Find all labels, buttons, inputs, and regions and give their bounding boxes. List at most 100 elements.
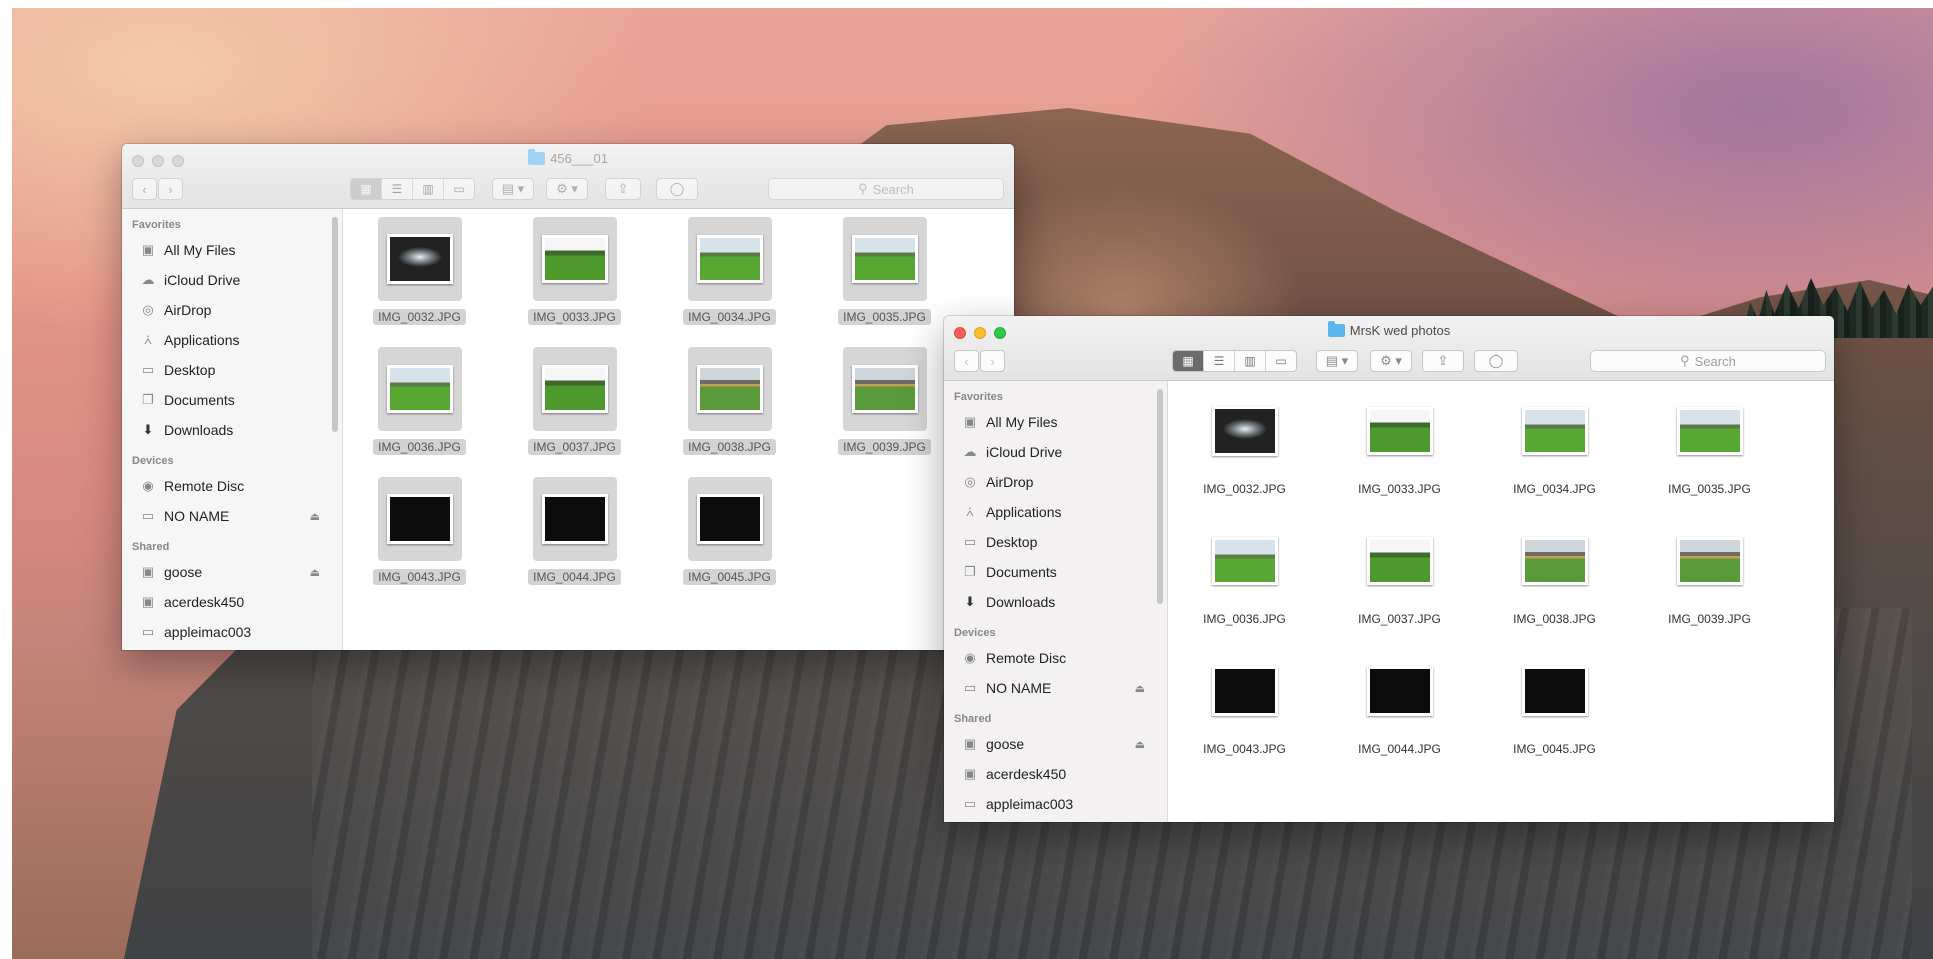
list-view-icon[interactable]: ☰ [1204, 351, 1235, 371]
arrange-button[interactable]: ▤ ▾ [1316, 350, 1358, 372]
cover-flow-icon[interactable]: ▭ [1266, 351, 1296, 371]
sidebar-item-all-my-files[interactable]: ▣ All My Files [122, 235, 342, 265]
search-placeholder: Search [872, 181, 914, 197]
file-item[interactable]: IMG_0043.JPG [1167, 649, 1322, 758]
arrange-button[interactable]: ▤ ▾ [492, 178, 534, 200]
sidebar-item-documents[interactable]: ❐ Documents [944, 557, 1167, 587]
titlebar[interactable]: 456___01 ‹ › ▦ ☰ ▥ ▭ ▤ ▾ ⚙ ▾ ⇪ ◯ ⚲ Search [122, 144, 1014, 209]
documents-icon: ❐ [142, 392, 154, 407]
list-view-icon[interactable]: ☰ [382, 179, 413, 199]
sidebar-item-documents[interactable]: ❐ Documents [122, 385, 342, 415]
image-thumbnail [1366, 666, 1433, 716]
sidebar-item-label: Downloads [986, 594, 1056, 610]
tags-button[interactable]: ◯ [656, 178, 698, 200]
image-thumbnail [696, 494, 763, 544]
sidebar-item-applications[interactable]: ⩑ Applications [944, 497, 1167, 527]
eject-icon[interactable]: ⏏ [310, 510, 320, 523]
sidebar-item-icloud-drive[interactable]: ☁ iCloud Drive [122, 265, 342, 295]
file-item[interactable]: IMG_0034.JPG [652, 217, 807, 326]
file-item[interactable]: IMG_0032.JPG [342, 217, 497, 326]
file-name: IMG_0034.JPG [683, 309, 776, 325]
sidebar-item-remote-disc[interactable]: ◉ Remote Disc [944, 643, 1167, 673]
sidebar-item-acerdesk450[interactable]: ▣ acerdesk450 [944, 759, 1167, 789]
view-mode-selector[interactable]: ▦ ☰ ▥ ▭ [350, 178, 475, 200]
file-item[interactable]: IMG_0044.JPG [1322, 649, 1477, 758]
search-field[interactable]: ⚲ Search [1590, 350, 1826, 372]
column-view-icon[interactable]: ▥ [1235, 351, 1266, 371]
file-name: IMG_0043.JPG [1203, 742, 1286, 756]
file-item[interactable]: IMG_0036.JPG [342, 347, 497, 456]
sidebar-item-airdrop[interactable]: ◎ AirDrop [944, 467, 1167, 497]
image-thumbnail [696, 365, 763, 413]
forward-button[interactable]: › [158, 178, 183, 200]
file-item[interactable]: IMG_0038.JPG [1477, 519, 1632, 628]
search-field[interactable]: ⚲ Search [768, 178, 1004, 200]
sidebar-item-desktop[interactable]: ▭ Desktop [122, 355, 342, 385]
forward-button[interactable]: › [980, 350, 1005, 372]
file-item[interactable]: IMG_0036.JPG [1167, 519, 1322, 628]
sidebar-item-goose[interactable]: ▣ goose ⏏ [944, 729, 1167, 759]
file-item[interactable]: IMG_0035.JPG [1632, 389, 1787, 498]
finder-window-front[interactable]: MrsK wed photos ‹ › ▦ ☰ ▥ ▭ ▤ ▾ ⚙ ▾ ⇪ ◯ … [944, 316, 1834, 822]
sidebar-item-no-name[interactable]: ▭ NO NAME ⏏ [122, 501, 342, 531]
sidebar-item-desktop[interactable]: ▭ Desktop [944, 527, 1167, 557]
file-item[interactable]: IMG_0038.JPG [652, 347, 807, 456]
sidebar-item-all-my-files[interactable]: ▣ All My Files [944, 407, 1167, 437]
sidebar-item-airdrop[interactable]: ◎ AirDrop [122, 295, 342, 325]
sidebar-item-downloads[interactable]: ⬇ Downloads [944, 587, 1167, 617]
window-title: 456___01 [122, 149, 1014, 166]
search-placeholder: Search [1694, 353, 1736, 369]
documents-icon: ❐ [964, 564, 976, 579]
search-icon: ⚲ [1680, 353, 1690, 368]
drive-icon: ▭ [141, 508, 155, 523]
action-button[interactable]: ⚙ ▾ [1370, 350, 1412, 372]
share-icon: ⇪ [617, 181, 629, 196]
file-item[interactable]: IMG_0035.JPG [807, 217, 962, 326]
sidebar-item-label: appleimac003 [986, 796, 1074, 812]
back-button[interactable]: ‹ [132, 178, 157, 200]
back-button[interactable]: ‹ [954, 350, 979, 372]
file-name: IMG_0043.JPG [373, 569, 466, 585]
sidebar-item-applications[interactable]: ⩑ Applications [122, 325, 342, 355]
share-button[interactable]: ⇪ [1422, 350, 1464, 372]
finder-window-back[interactable]: 456___01 ‹ › ▦ ☰ ▥ ▭ ▤ ▾ ⚙ ▾ ⇪ ◯ ⚲ Search… [122, 144, 1014, 650]
image-thumbnail [1521, 537, 1588, 585]
eject-icon[interactable]: ⏏ [1135, 682, 1145, 695]
image-thumbnail [386, 365, 453, 413]
eject-icon[interactable]: ⏏ [1135, 738, 1145, 751]
sidebar-item-no-name[interactable]: ▭ NO NAME ⏏ [944, 673, 1167, 703]
file-item[interactable]: IMG_0033.JPG [1322, 389, 1477, 498]
file-item[interactable]: IMG_0039.JPG [807, 347, 962, 456]
sidebar-item-goose[interactable]: ▣ goose ⏏ [122, 557, 342, 587]
view-mode-selector[interactable]: ▦ ☰ ▥ ▭ [1172, 350, 1297, 372]
image-thumbnail [541, 365, 608, 413]
action-button[interactable]: ⚙ ▾ [546, 178, 588, 200]
sidebar-item-remote-disc[interactable]: ◉ Remote Disc [122, 471, 342, 501]
file-item[interactable]: IMG_0037.JPG [497, 347, 652, 456]
file-item[interactable]: IMG_0043.JPG [342, 477, 497, 586]
share-button[interactable]: ⇪ [605, 178, 641, 200]
sidebar-item-downloads[interactable]: ⬇ Downloads [122, 415, 342, 445]
sidebar-item-icloud-drive[interactable]: ☁ iCloud Drive [944, 437, 1167, 467]
image-thumbnail [1521, 666, 1588, 716]
file-item[interactable]: IMG_0045.JPG [652, 477, 807, 586]
sidebar-item-appleimac003[interactable]: ▭ appleimac003 [944, 789, 1167, 819]
cover-flow-icon[interactable]: ▭ [444, 179, 474, 199]
tags-button[interactable]: ◯ [1474, 350, 1518, 372]
column-view-icon[interactable]: ▥ [413, 179, 444, 199]
file-item[interactable]: IMG_0039.JPG [1632, 519, 1787, 628]
file-item[interactable]: IMG_0033.JPG [497, 217, 652, 326]
file-item[interactable]: IMG_0044.JPG [497, 477, 652, 586]
titlebar[interactable]: MrsK wed photos ‹ › ▦ ☰ ▥ ▭ ▤ ▾ ⚙ ▾ ⇪ ◯ … [944, 316, 1834, 381]
file-name: IMG_0035.JPG [1668, 482, 1751, 496]
file-item[interactable]: IMG_0032.JPG [1167, 389, 1322, 498]
icon-view-icon[interactable]: ▦ [1173, 351, 1204, 371]
sidebar-item-label: NO NAME [986, 680, 1052, 696]
sidebar-item-acerdesk450[interactable]: ▣ acerdesk450 [122, 587, 342, 617]
icon-view-icon[interactable]: ▦ [351, 179, 382, 199]
file-item[interactable]: IMG_0045.JPG [1477, 649, 1632, 758]
sidebar-item-appleimac003[interactable]: ▭ appleimac003 [122, 617, 342, 647]
file-item[interactable]: IMG_0034.JPG [1477, 389, 1632, 498]
file-item[interactable]: IMG_0037.JPG [1322, 519, 1477, 628]
eject-icon[interactable]: ⏏ [310, 566, 320, 579]
